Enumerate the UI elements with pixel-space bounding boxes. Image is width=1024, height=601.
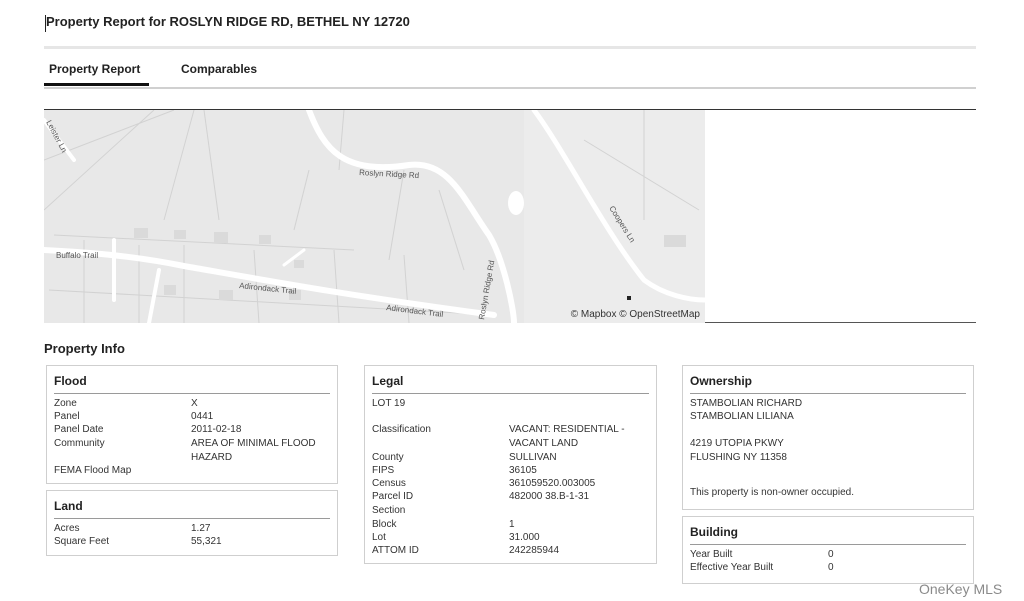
divider <box>705 322 976 323</box>
card-title: Land <box>54 499 83 513</box>
row-value-cont: HAZARD <box>191 452 233 463</box>
row-label: Section <box>372 505 406 516</box>
row-label: Parcel ID <box>372 491 414 502</box>
row-label: Lot <box>372 532 386 543</box>
row-value-cont: VACANT LAND <box>509 438 579 449</box>
row-value: 0 <box>828 549 834 560</box>
row-value: 55,321 <box>191 536 222 547</box>
card-title: Flood <box>54 374 87 388</box>
owner-name: STAMBOLIAN RICHARD <box>690 398 803 409</box>
row-value: 242285944 <box>509 545 560 556</box>
occupancy-status: This property is non-owner occupied. <box>690 487 854 498</box>
divider <box>372 393 649 394</box>
row-value: 1 <box>509 519 515 530</box>
row-label: Square Feet <box>54 536 110 547</box>
row-label: Panel <box>54 411 80 422</box>
row-label: Block <box>372 519 397 530</box>
row-label: Year Built <box>690 549 733 560</box>
tab-property-report[interactable]: Property Report <box>49 62 140 76</box>
divider <box>54 393 330 394</box>
page-title: Property Report for ROSLYN RIDGE RD, BET… <box>46 14 410 29</box>
row-value: 482000 38.B-1-31 <box>509 491 590 502</box>
row-label: FIPS <box>372 465 395 476</box>
row-label: Census <box>372 478 406 489</box>
card-title: Building <box>690 525 738 539</box>
ownership-card: Ownership STAMBOLIAN RICHARD STAMBOLIAN … <box>682 365 974 510</box>
card-title: Ownership <box>690 374 753 388</box>
building-card: Building Year Built 0 Effective Year Bui… <box>682 516 974 584</box>
watermark: OneKey MLS <box>919 581 1003 597</box>
divider <box>690 393 966 394</box>
row-label: County <box>372 452 404 463</box>
tab-comparables[interactable]: Comparables <box>181 62 257 76</box>
divider <box>54 518 330 519</box>
divider <box>44 46 976 49</box>
map-canvas: Roslyn Ridge Rd Buffalo Trail Adirondack… <box>44 110 705 323</box>
row-value: 0441 <box>191 411 214 422</box>
legal-row-classification: Classification VACANT: RESIDENTIAL - VAC… <box>365 423 656 449</box>
flood-card: Flood Zone X Panel 0441 Panel Date 2011-… <box>46 365 338 484</box>
property-map[interactable]: Roslyn Ridge Rd Buffalo Trail Adirondack… <box>44 110 705 323</box>
divider <box>690 544 966 545</box>
flood-row-community: Community AREA OF MINIMAL FLOOD HAZARD <box>47 437 337 463</box>
map-attribution[interactable]: © Mapbox © OpenStreetMap <box>571 309 700 320</box>
row-value: 31.000 <box>509 532 540 543</box>
fema-flood-map-link[interactable]: FEMA Flood Map <box>54 464 131 477</box>
owner-address-line: 4219 UTOPIA PKWY <box>690 438 784 449</box>
card-title: Legal <box>372 374 404 388</box>
active-tab-indicator <box>44 83 149 86</box>
owner-name: STAMBOLIAN LILIANA <box>690 411 794 422</box>
row-label: Zone <box>54 398 77 409</box>
row-value: 36105 <box>509 465 537 476</box>
row-value: 2011-02-18 <box>191 424 242 435</box>
divider <box>44 87 976 89</box>
row-label: Effective Year Built <box>690 562 774 573</box>
row-label: Classification <box>372 424 431 435</box>
row-value: AREA OF MINIMAL FLOOD <box>191 438 316 449</box>
legal-card: Legal LOT 19 Classification VACANT: RESI… <box>364 365 657 564</box>
row-value: SULLIVAN <box>509 452 557 463</box>
row-value: X <box>191 398 198 409</box>
land-card: Land Acres 1.27 Square Feet 55,321 <box>46 490 338 556</box>
tab-bar: Property Report Comparables <box>44 54 976 88</box>
map-label-buffalo-trail: Buffalo Trail <box>56 251 98 260</box>
row-value: 361059520.003005 <box>509 478 596 489</box>
row-value: 0 <box>828 562 834 573</box>
row-label: ATTOM ID <box>372 545 419 556</box>
row-label: Community <box>54 438 105 449</box>
legal-description: LOT 19 <box>372 398 406 409</box>
row-value: VACANT: RESIDENTIAL - <box>509 424 625 435</box>
row-label: Panel Date <box>54 424 104 435</box>
row-label: Acres <box>54 523 80 534</box>
section-title-property-info: Property Info <box>44 341 125 356</box>
row-value: 1.27 <box>191 523 211 534</box>
owner-address-line: FLUSHING NY 11358 <box>690 452 787 463</box>
